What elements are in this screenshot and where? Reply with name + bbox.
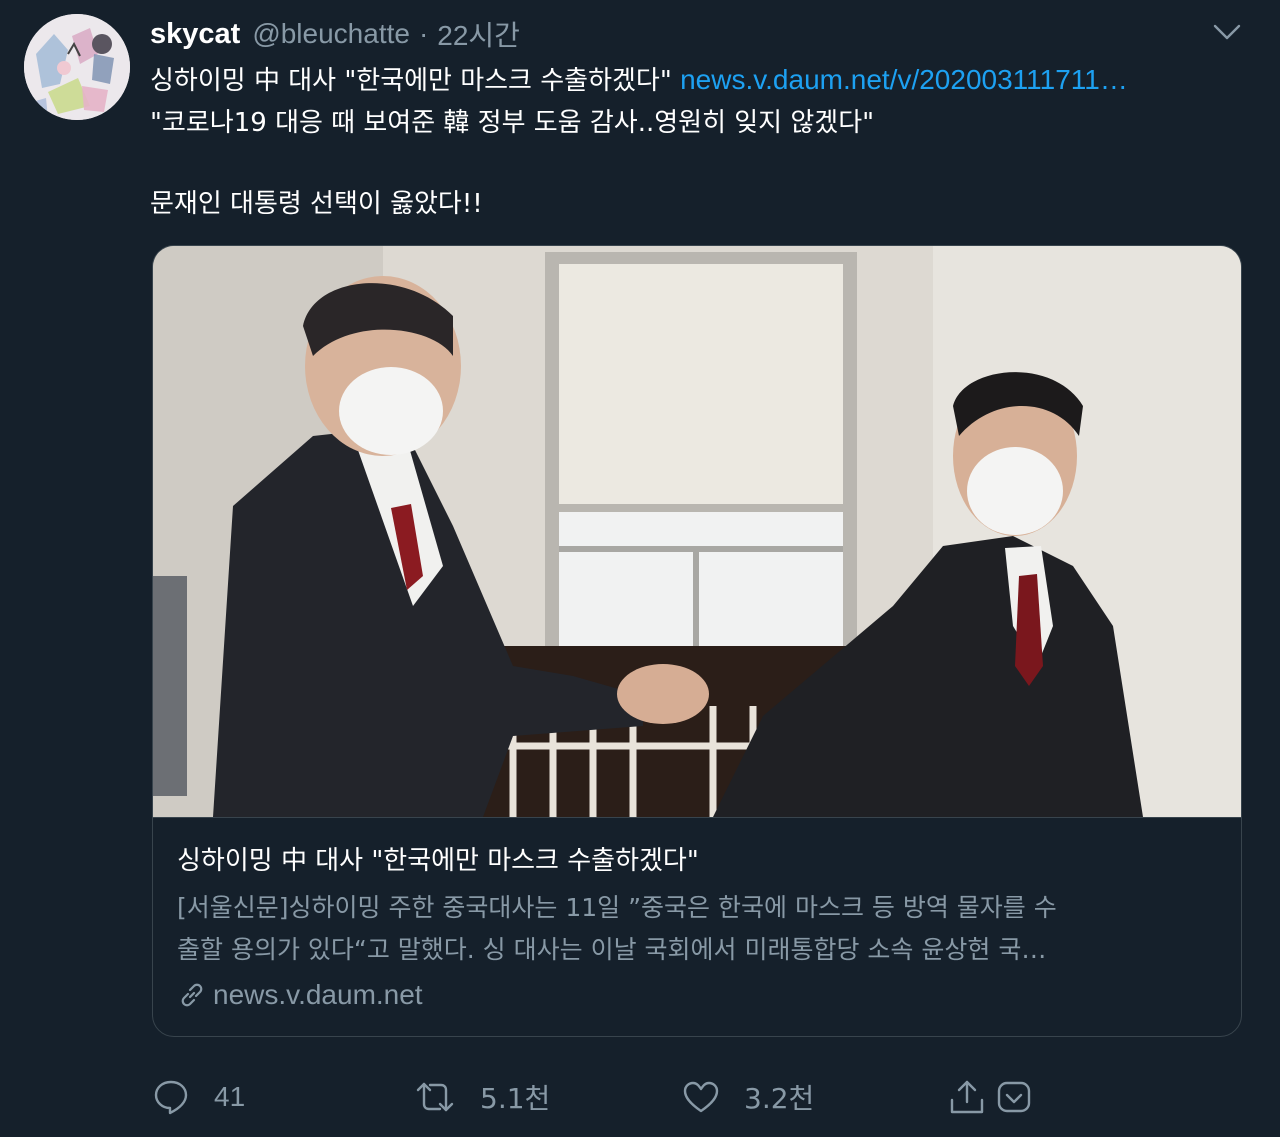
tweet[interactable]: skycat @bleuchatte · 22시간 싱하이밍 中 대사 "한국에… xyxy=(0,0,1280,1137)
chevron-down-icon xyxy=(1213,24,1241,40)
reply-count: 41 xyxy=(214,1081,246,1112)
more-menu-button[interactable] xyxy=(1209,14,1245,50)
retweet-count: 5.1천 xyxy=(480,1082,551,1115)
tweet-header: skycat @bleuchatte · 22시간 xyxy=(150,14,520,54)
tweet-text-line-1: 싱하이밍 中 대사 "한국에만 마스크 수출하겠다" news.v.daum.n… xyxy=(150,60,1128,101)
like-count: 3.2천 xyxy=(744,1082,815,1115)
tweet-timestamp[interactable]: 22시간 xyxy=(437,14,520,54)
like-button[interactable]: 3.2천 xyxy=(682,1075,814,1119)
heart-icon xyxy=(683,1081,719,1113)
reply-button[interactable]: 41 xyxy=(152,1075,245,1119)
retweet-button[interactable]: 5.1천 xyxy=(414,1075,550,1119)
card-domain-text: news.v.daum.net xyxy=(213,979,423,1010)
share-button[interactable] xyxy=(948,1075,986,1119)
save-button[interactable] xyxy=(996,1075,1032,1119)
card-divider xyxy=(153,817,1241,818)
reply-icon xyxy=(154,1080,188,1115)
avatar-illustration xyxy=(24,14,130,120)
separator: · xyxy=(418,18,429,49)
tweet-text-line-2: "코로나19 대응 때 보여준 韓 정부 도움 감사..영원히 잊지 않겠다" xyxy=(150,108,875,138)
card-description-line-1: [서울신문]싱하이밍 주한 중국대사는 11일 ”중국은 한국에 마스크 등 방… xyxy=(177,893,1057,922)
author-handle[interactable]: @bleuchatte xyxy=(252,18,410,50)
card-photo xyxy=(153,246,1241,817)
card-title: 싱하이밍 中 대사 "한국에만 마스크 수출하겠다" xyxy=(177,846,699,876)
avatar[interactable] xyxy=(24,14,130,120)
retweet-icon xyxy=(416,1082,454,1112)
card-domain: news.v.daum.net xyxy=(177,979,423,1011)
link-icon xyxy=(181,983,203,1007)
author-name[interactable]: skycat xyxy=(150,18,240,51)
tweet-link[interactable]: news.v.daum.net/v/202003111711… xyxy=(680,64,1128,95)
tweet-text-line-3: 문재인 대통령 선택이 옳았다!! xyxy=(150,189,483,219)
link-preview-card[interactable]: 싱하이밍 中 대사 "한국에만 마스크 수출하겠다" [서울신문]싱하이밍 주한… xyxy=(152,245,1242,1037)
bookmark-icon xyxy=(997,1081,1031,1113)
tweet-text: 싱하이밍 中 대사 "한국에만 마스크 수출하겠다" xyxy=(150,66,672,96)
share-icon xyxy=(950,1080,984,1114)
card-description-line-2: 출할 용의가 있다“고 말했다. 싱 대사는 이날 국회에서 미래통합당 소속 … xyxy=(177,935,1047,964)
